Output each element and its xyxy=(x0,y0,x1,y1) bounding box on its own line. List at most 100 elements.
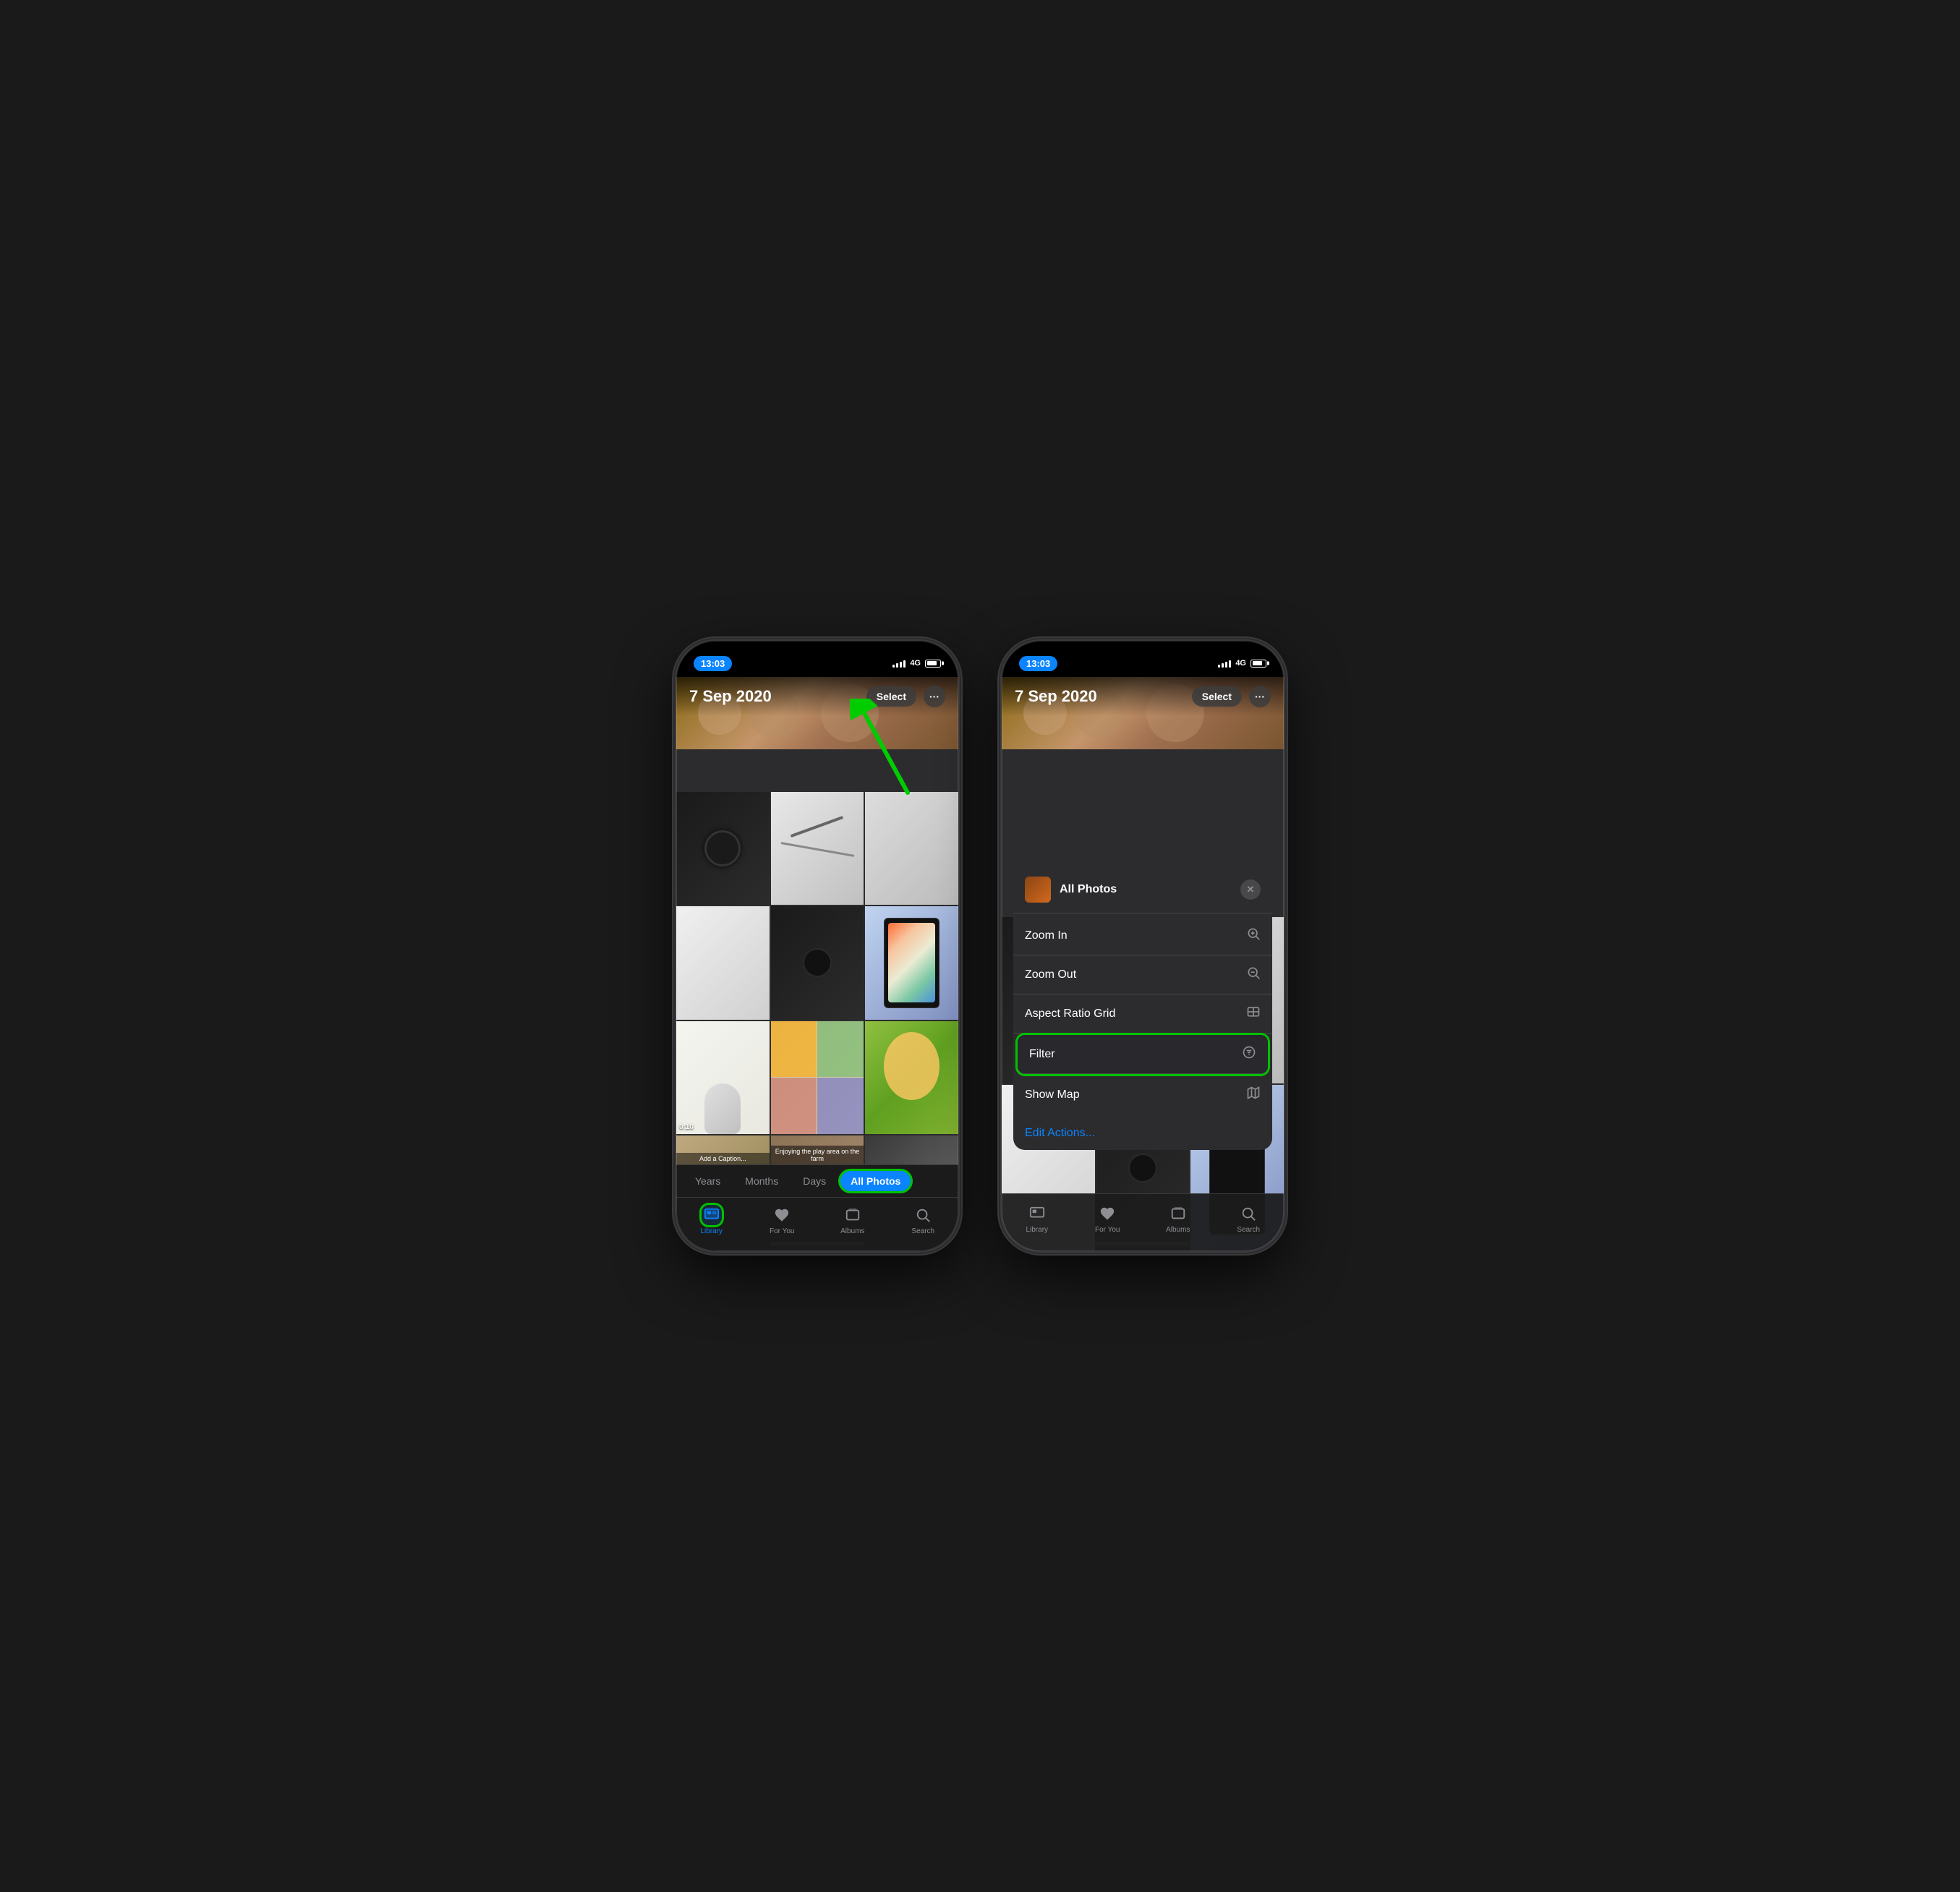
library-icon xyxy=(702,1205,722,1225)
menu-item-filter[interactable]: Filter xyxy=(1018,1035,1268,1074)
tab-for-you-right[interactable]: For You xyxy=(1073,1203,1143,1234)
signal-bars-right xyxy=(1218,659,1231,668)
view-btn-all-photos[interactable]: All Photos xyxy=(840,1171,911,1191)
tab-albums[interactable]: Albums xyxy=(817,1205,888,1235)
menu-item-show-map[interactable]: Show Map xyxy=(1013,1075,1272,1114)
context-menu-close-button[interactable]: ✕ xyxy=(1240,879,1261,900)
photo-collage[interactable] xyxy=(771,1021,864,1135)
tab-search[interactable]: Search xyxy=(888,1205,959,1235)
battery-left xyxy=(925,660,941,668)
albums-icon-right xyxy=(1168,1203,1188,1224)
tab-items-right: Library For You xyxy=(1002,1194,1284,1251)
tab-bar-left: Years Months Days All Photos xyxy=(676,1164,958,1251)
tab-label-for-you: For You xyxy=(770,1227,794,1235)
notch-right xyxy=(1085,641,1201,662)
tab-items-left: Library For You xyxy=(676,1198,958,1251)
view-btn-years[interactable]: Years xyxy=(685,1171,730,1191)
photo-bottom-3[interactable] xyxy=(865,1135,958,1164)
filter-icon xyxy=(1242,1045,1256,1063)
status-right-left: 4G xyxy=(892,659,941,668)
status-time-left: 13:03 xyxy=(694,656,732,671)
tab-label-library: Library xyxy=(700,1227,723,1235)
zoom-in-icon xyxy=(1246,926,1261,945)
signal-bar-r2 xyxy=(1222,663,1224,668)
edit-actions-section: Edit Actions... xyxy=(1013,1117,1272,1150)
battery-fill-right xyxy=(1253,661,1263,665)
edit-actions-link[interactable]: Edit Actions... xyxy=(1025,1127,1095,1139)
tab-bar-right: Library For You xyxy=(1002,1193,1284,1251)
tab-library[interactable]: Library xyxy=(676,1205,747,1235)
select-button-left[interactable]: Select xyxy=(866,686,916,707)
signal-bar-2 xyxy=(896,663,898,668)
zoom-in-label: Zoom In xyxy=(1025,929,1068,942)
photo-bottom-2[interactable]: Enjoying the play area on the farm xyxy=(771,1135,864,1164)
photo-phone-device[interactable] xyxy=(865,906,958,1020)
select-button-right[interactable]: Select xyxy=(1192,686,1242,707)
photo-date-left: 7 Sep 2020 xyxy=(689,687,772,706)
phones-container: 13:03 4G xyxy=(676,641,1284,1251)
context-menu-items: Zoom In Zoom Out xyxy=(1013,913,1272,1117)
context-menu-thumbnail xyxy=(1025,877,1051,903)
menu-item-aspect-ratio[interactable]: Aspect Ratio Grid xyxy=(1013,994,1272,1034)
search-icon-right xyxy=(1238,1203,1258,1224)
tab-library-right[interactable]: Library xyxy=(1002,1203,1073,1234)
right-phone: 13:03 4G xyxy=(1002,641,1284,1251)
signal-bars-left xyxy=(892,659,906,668)
tab-search-right[interactable]: Search xyxy=(1214,1203,1284,1234)
context-menu-title: All Photos xyxy=(1060,883,1240,896)
tab-label-search-right: Search xyxy=(1237,1226,1260,1234)
signal-bar-4 xyxy=(903,660,906,668)
photo-grid-left: 0:10 Add a Caption... xyxy=(676,677,958,1164)
albums-icon xyxy=(843,1205,863,1225)
view-btn-days[interactable]: Days xyxy=(793,1171,836,1191)
search-icon-left xyxy=(913,1205,933,1225)
photo-caption: Add a Caption... xyxy=(676,1153,770,1164)
tab-for-you[interactable]: For You xyxy=(747,1205,818,1235)
menu-item-zoom-in[interactable]: Zoom In xyxy=(1013,916,1272,955)
context-menu: All Photos ✕ Zoom In xyxy=(1013,866,1272,1150)
for-you-icon-right xyxy=(1097,1203,1117,1224)
signal-bar-r3 xyxy=(1225,662,1227,668)
tab-label-library-right: Library xyxy=(1026,1226,1048,1234)
battery-right xyxy=(1250,660,1266,668)
signal-bar-1 xyxy=(892,665,895,668)
signal-bar-r4 xyxy=(1229,660,1231,668)
video-duration-badge: 0:10 xyxy=(679,1123,694,1131)
view-switcher: Years Months Days All Photos xyxy=(676,1165,958,1198)
signal-label-left: 4G xyxy=(910,659,921,668)
photo-baby[interactable] xyxy=(865,1021,958,1135)
photo-speaker-dark[interactable] xyxy=(676,792,770,905)
menu-item-zoom-out[interactable]: Zoom Out xyxy=(1013,955,1272,994)
view-btn-months[interactable]: Months xyxy=(735,1171,788,1191)
library-icon-right xyxy=(1027,1203,1047,1224)
header-actions-right: Select ··· xyxy=(1192,686,1271,707)
photo-date-right: 7 Sep 2020 xyxy=(1015,687,1097,706)
photo-stand-1[interactable] xyxy=(676,906,770,1020)
photo-caption-2: Enjoying the play area on the farm xyxy=(771,1146,864,1164)
for-you-icon xyxy=(772,1205,792,1225)
filter-label: Filter xyxy=(1029,1048,1055,1061)
status-time-right: 13:03 xyxy=(1019,656,1057,671)
aspect-ratio-label: Aspect Ratio Grid xyxy=(1025,1007,1115,1020)
photo-speaker-2[interactable] xyxy=(771,906,864,1020)
more-button-left[interactable]: ··· xyxy=(924,686,945,707)
header-actions-left: Select ··· xyxy=(866,686,945,707)
show-map-icon xyxy=(1246,1086,1261,1104)
photo-cable-top[interactable] xyxy=(771,792,864,905)
photo-homepod[interactable]: 0:10 xyxy=(676,1021,770,1135)
left-phone: 13:03 4G xyxy=(676,641,958,1251)
tab-label-albums: Albums xyxy=(840,1227,864,1235)
signal-bar-r1 xyxy=(1218,665,1220,668)
tab-label-search-left: Search xyxy=(911,1227,934,1235)
more-button-right[interactable]: ··· xyxy=(1249,686,1271,707)
photo-accessory-1[interactable] xyxy=(865,792,958,905)
tab-label-for-you-right: For You xyxy=(1095,1226,1120,1234)
context-menu-header: All Photos ✕ xyxy=(1013,866,1272,913)
battery-fill-left xyxy=(927,661,937,665)
show-map-label: Show Map xyxy=(1025,1088,1080,1101)
notch xyxy=(759,641,875,662)
photo-bottom-1[interactable]: Add a Caption... xyxy=(676,1135,770,1164)
tab-label-albums-right: Albums xyxy=(1166,1226,1190,1234)
tab-albums-right[interactable]: Albums xyxy=(1143,1203,1214,1234)
zoom-out-label: Zoom Out xyxy=(1025,968,1076,981)
